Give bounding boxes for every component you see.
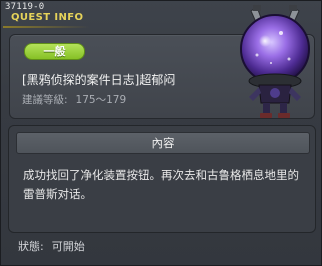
recommended-level: 建議等級: 175～179: [22, 92, 126, 107]
status-value: 可開始: [51, 240, 85, 253]
quest-description: 成功找回了净化装置按钮。再次去和古鲁格栖息地里的雷普斯对话。: [23, 168, 299, 201]
quest-type-badge: 一般: [24, 43, 85, 60]
quest-info-window: 37119-0 QUEST INFO 一般 [黑鸦侦探的案件日志]超郁闷 建議等…: [0, 0, 322, 266]
status-label: 狀態:: [18, 240, 44, 253]
title-underline: [3, 26, 89, 28]
content-panel: 內容 成功找回了净化装置按钮。再次去和古鲁格栖息地里的雷普斯对话。: [8, 125, 316, 233]
quest-id: 37119-0: [5, 2, 45, 12]
window-title: QUEST INFO: [11, 12, 84, 23]
level-value: 175～179: [75, 94, 127, 106]
window-header: 37119-0 QUEST INFO: [3, 2, 203, 28]
quest-name: [黑鸦侦探的案件日志]超郁闷: [22, 73, 176, 87]
quest-status: 狀態: 可開始: [18, 238, 85, 254]
npc-portrait-icon: [219, 3, 322, 121]
content-header: 內容: [16, 132, 310, 154]
level-label: 建議等級:: [22, 94, 68, 106]
